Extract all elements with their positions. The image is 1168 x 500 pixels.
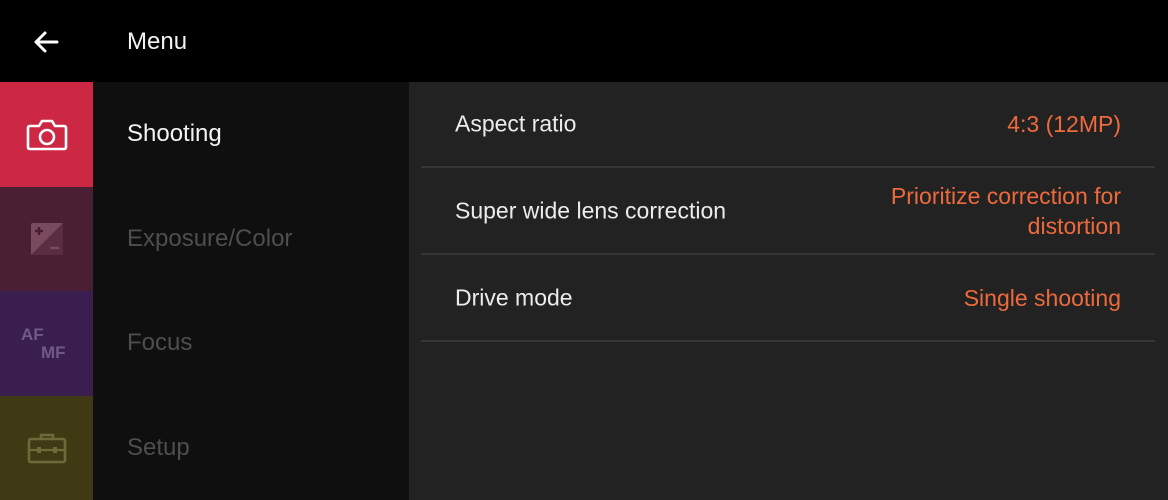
setting-label: Super wide lens correction [455,197,727,223]
svg-text:AF: AF [21,325,44,344]
toolbox-icon [27,433,66,464]
setting-drive-mode[interactable]: Drive mode Single shooting [421,255,1155,342]
arrow-left-icon [34,31,59,53]
category-shooting[interactable]: Shooting [93,82,409,187]
rail-item-shooting[interactable] [0,82,93,187]
rail-item-exposure[interactable] [0,186,93,291]
setting-value: Single shooting [963,284,1121,311]
setting-aspect-ratio[interactable]: Aspect ratio 4:3 (12MP) [421,82,1155,168]
category-focus[interactable]: Focus [93,291,409,396]
category-icon-rail: AF MF [0,82,93,500]
exposure-compensation-icon [30,222,63,255]
setting-value: Prioritize correction for distortion [821,181,1121,241]
page-title: Menu [127,28,188,55]
camera-icon [26,119,67,151]
rail-item-focus[interactable]: AF MF [0,291,93,396]
setting-super-wide-lens-correction[interactable]: Super wide lens correction Prioritize co… [421,168,1155,255]
back-button[interactable] [28,24,64,60]
setting-label: Aspect ratio [455,110,577,137]
settings-list: Aspect ratio 4:3 (12MP) Super wide lens … [409,82,1168,500]
svg-text:MF: MF [41,343,66,361]
rail-item-setup[interactable] [0,395,93,500]
setting-value-line-2: distortion [1027,212,1121,239]
setting-value: 4:3 (12MP) [1007,111,1121,137]
setting-value-line-1: Prioritize correction for [890,182,1121,209]
setting-label: Drive mode [455,284,573,310]
af-mf-icon: AF MF [21,325,66,361]
category-list: Shooting Exposure/Color Focus Setup [93,82,409,500]
top-bar: Menu [0,0,1168,82]
category-exposure-color[interactable]: Exposure/Color [93,187,409,292]
category-setup[interactable]: Setup [93,396,409,500]
